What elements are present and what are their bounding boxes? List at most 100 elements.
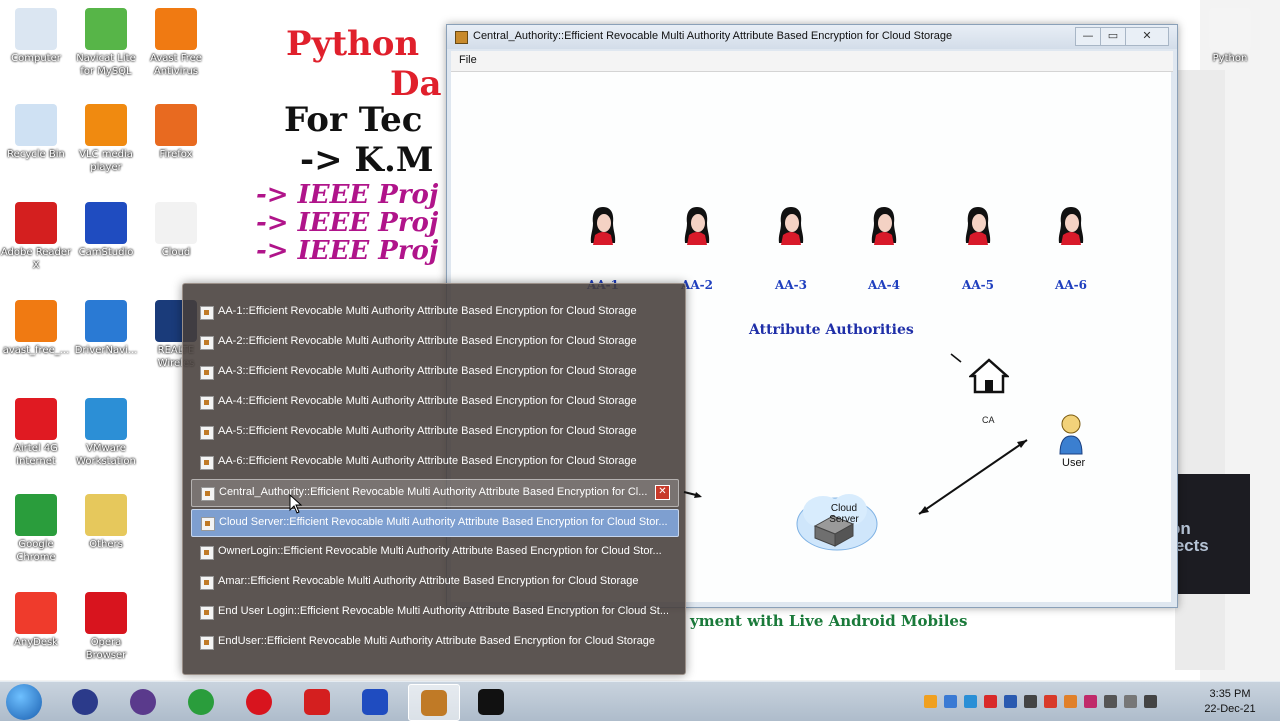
desktop-icon[interactable]: Python bbox=[1194, 8, 1266, 65]
jump-list-item-label: AA-4::Efficient Revocable Multi Authorit… bbox=[218, 395, 637, 407]
taskbar-app-button[interactable] bbox=[350, 684, 400, 719]
attribute-authority-node[interactable]: AA-2 bbox=[667, 205, 727, 292]
desktop-icon[interactable]: Firefox bbox=[140, 104, 212, 161]
taskbar: 3:35 PM 22-Dec-21 bbox=[0, 681, 1280, 721]
desktop-icon[interactable]: avast_free_... bbox=[0, 300, 72, 357]
taskbar-app-button[interactable] bbox=[176, 684, 226, 719]
jump-list-item[interactable]: AA-3::Efficient Revocable Multi Authorit… bbox=[191, 359, 677, 385]
desktop-icon[interactable]: Computer bbox=[0, 8, 72, 65]
desktop-icon[interactable]: VLC media player bbox=[70, 104, 142, 174]
tray-app-icon[interactable] bbox=[1004, 695, 1017, 708]
tray-network-app-icon[interactable] bbox=[944, 695, 957, 708]
jump-list-item[interactable]: OwnerLogin::Efficient Revocable Multi Au… bbox=[191, 539, 677, 565]
jump-list-item[interactable]: End User Login::Efficient Revocable Mult… bbox=[191, 599, 677, 625]
taskbar-app-button[interactable] bbox=[408, 684, 460, 721]
avast-icon bbox=[155, 8, 197, 50]
vmware-icon bbox=[85, 398, 127, 440]
maximize-button[interactable]: ▭ bbox=[1100, 27, 1126, 46]
taskbar-jump-list: AA-1::Efficient Revocable Multi Authorit… bbox=[182, 283, 686, 675]
desktop-icon[interactable]: Google Chrome bbox=[0, 494, 72, 564]
java-window-icon bbox=[201, 517, 215, 531]
start-button[interactable] bbox=[6, 684, 42, 720]
jump-list-item[interactable]: Cloud Server::Efficient Revocable Multi … bbox=[191, 509, 679, 537]
desktop-icon-label: Opera Browser bbox=[85, 637, 127, 661]
attribute-authority-node[interactable]: AA-3 bbox=[761, 205, 821, 292]
desktop-icon[interactable]: Others bbox=[70, 494, 142, 551]
tray-action-center-icon[interactable] bbox=[1084, 695, 1097, 708]
tray-avast-icon[interactable] bbox=[924, 695, 937, 708]
slide-ieee-line: -> IEEE Proj bbox=[256, 180, 439, 210]
taskbar-app-button[interactable] bbox=[234, 684, 284, 719]
close-window-icon[interactable]: ✕ bbox=[655, 485, 670, 500]
chrome-icon bbox=[15, 494, 57, 536]
attribute-authority-node[interactable]: AA-5 bbox=[948, 205, 1008, 292]
jump-list-item[interactable]: AA-4::Efficient Revocable Multi Authorit… bbox=[191, 389, 677, 415]
jump-list-item[interactable]: AA-1::Efficient Revocable Multi Authorit… bbox=[191, 299, 677, 325]
adobe-reader-icon bbox=[304, 688, 330, 715]
desktop-icon-label: VLC media player bbox=[79, 149, 133, 173]
attribute-authority-node[interactable]: AA-6 bbox=[1041, 205, 1101, 292]
desktop-icon-label: Google Chrome bbox=[16, 539, 56, 563]
jump-list-item[interactable]: AA-2::Efficient Revocable Multi Authorit… bbox=[191, 329, 677, 355]
desktop-icon[interactable]: AnyDesk bbox=[0, 592, 72, 649]
jump-list-item[interactable]: AA-5::Efficient Revocable Multi Authorit… bbox=[191, 419, 677, 445]
tray-network-icon[interactable] bbox=[1144, 695, 1157, 708]
taskbar-app-button[interactable] bbox=[60, 684, 110, 719]
tray-device-icon[interactable] bbox=[1024, 695, 1037, 708]
slide-title-line3: For Tec bbox=[284, 100, 423, 140]
eclipse-purple-icon bbox=[130, 688, 156, 715]
jump-list-item[interactable]: Amar::Efficient Revocable Multi Authorit… bbox=[191, 569, 677, 595]
java-window-icon bbox=[201, 487, 215, 501]
slide-bottom-text: yment with Live Android Mobiles bbox=[690, 612, 968, 630]
taskbar-app-button[interactable] bbox=[118, 684, 168, 719]
desktop-icon[interactable]: Cloud bbox=[140, 202, 212, 259]
desktop-icon[interactable]: CamStudio bbox=[70, 202, 142, 259]
attribute-authorities-label: Attribute Authorities bbox=[749, 322, 914, 338]
desktop-icon[interactable]: DriverNavi... bbox=[70, 300, 142, 357]
tray-flag-icon[interactable] bbox=[1044, 695, 1057, 708]
tray-record-icon[interactable] bbox=[984, 695, 997, 708]
system-clock[interactable]: 3:35 PM 22-Dec-21 bbox=[1200, 687, 1260, 717]
avast-installer-icon bbox=[15, 300, 57, 342]
jump-list-item-label: Cloud Server::Efficient Revocable Multi … bbox=[219, 516, 668, 528]
attribute-authority-node[interactable]: AA-4 bbox=[854, 205, 914, 292]
jump-list-item[interactable]: Central_Authority::Efficient Revocable M… bbox=[191, 479, 679, 507]
authority-person-icon bbox=[1058, 207, 1084, 245]
jump-list-item-label: OwnerLogin::Efficient Revocable Multi Au… bbox=[218, 545, 662, 557]
java-icon bbox=[421, 689, 447, 716]
desktop-icon[interactable]: Navicat Lite for MySQL bbox=[70, 8, 142, 78]
navicat-icon bbox=[85, 8, 127, 50]
close-button[interactable]: ✕ bbox=[1125, 27, 1169, 46]
tray-mute-icon[interactable] bbox=[1124, 695, 1137, 708]
slide-title-line2: Da bbox=[390, 64, 442, 104]
minimize-button[interactable]: — bbox=[1075, 27, 1101, 46]
jump-list-item-label: End User Login::Efficient Revocable Mult… bbox=[218, 605, 668, 617]
desktop-icon[interactable]: Airtel 4G Internet bbox=[0, 398, 72, 468]
cloud-user-arrow-icon bbox=[918, 439, 1028, 515]
user-icon[interactable] bbox=[1056, 412, 1086, 456]
window-titlebar[interactable]: Central_Authority::Efficient Revocable M… bbox=[447, 25, 1177, 49]
desktop-icon[interactable]: Adobe Reader X bbox=[0, 202, 72, 272]
authority-label: AA-3 bbox=[775, 278, 807, 292]
tray-vmware-icon[interactable] bbox=[964, 695, 977, 708]
desktop-icon[interactable]: VMware Workstation bbox=[70, 398, 142, 468]
authority-label: AA-5 bbox=[962, 278, 994, 292]
attribute-authority-node[interactable]: AA-1 bbox=[573, 205, 633, 292]
ca-house-icon[interactable] bbox=[969, 358, 1009, 394]
desktop-icon[interactable]: Recycle Bin bbox=[0, 104, 72, 161]
taskbar-app-button[interactable] bbox=[466, 684, 516, 719]
ca-label: CA bbox=[982, 415, 995, 425]
desktop-icon-label: Firefox bbox=[159, 149, 193, 160]
desktop-icon[interactable]: Avast Free Antivirus bbox=[140, 8, 212, 78]
arrow-fragment-icon bbox=[683, 491, 702, 498]
desktop-icon[interactable]: Opera Browser bbox=[70, 592, 142, 662]
jump-list-item-label: Central_Authority::Efficient Revocable M… bbox=[219, 486, 648, 498]
jump-list-item[interactable]: EndUser::Efficient Revocable Multi Autho… bbox=[191, 629, 677, 655]
tray-update-icon[interactable] bbox=[1064, 695, 1077, 708]
taskbar-app-button[interactable] bbox=[292, 684, 342, 719]
desktop-icon-label: DriverNavi... bbox=[74, 345, 138, 356]
desktop-icon-label: Computer bbox=[11, 53, 61, 64]
tray-volume-icon[interactable] bbox=[1104, 695, 1117, 708]
jump-list-item[interactable]: AA-6::Efficient Revocable Multi Authorit… bbox=[191, 449, 677, 475]
menu-file[interactable]: File bbox=[459, 54, 477, 66]
